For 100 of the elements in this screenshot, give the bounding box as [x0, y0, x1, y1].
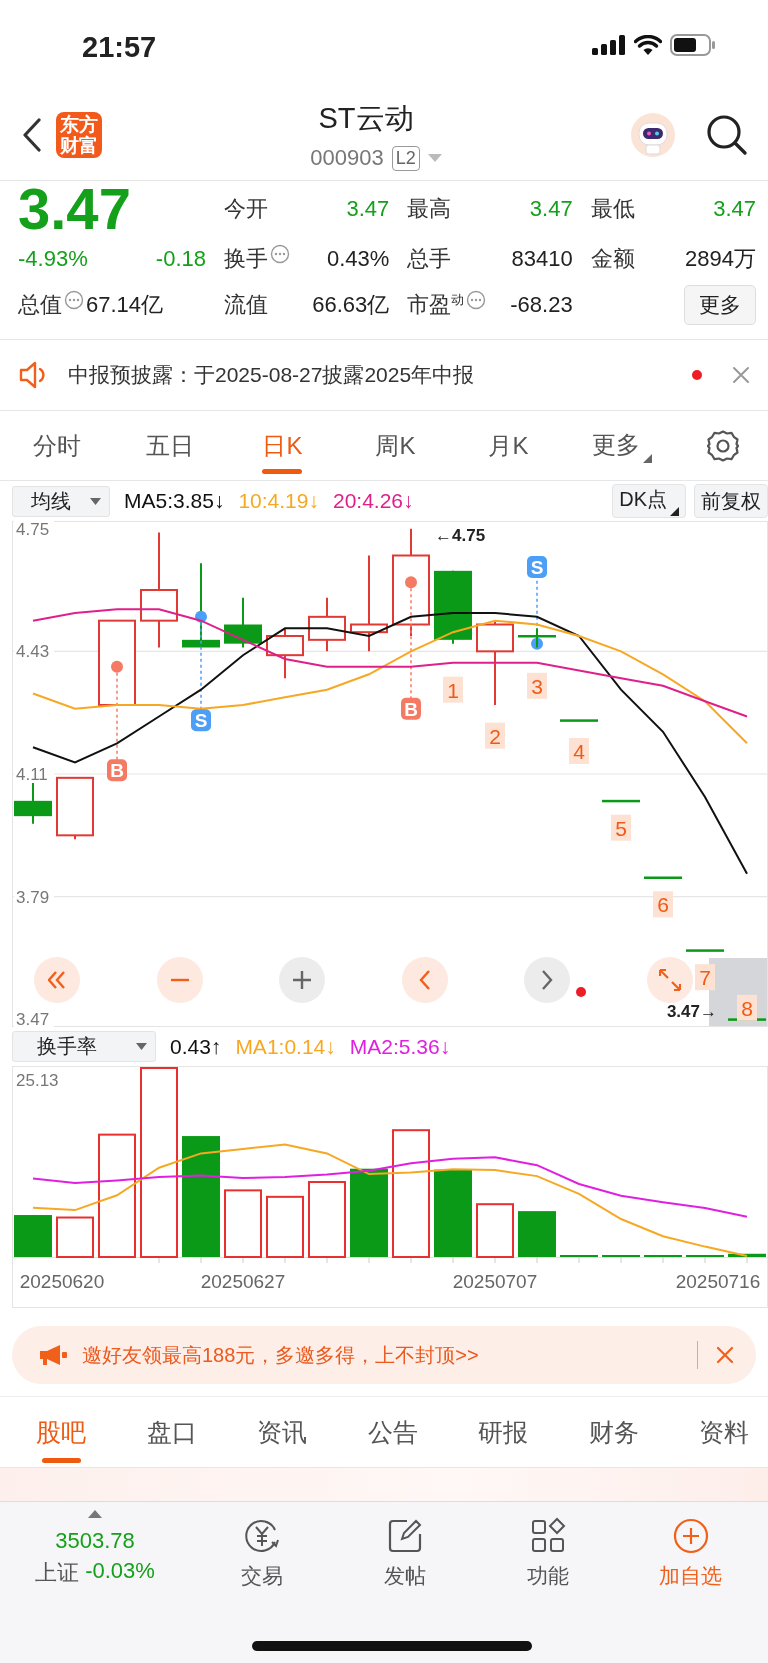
signal-badge: B [401, 697, 421, 720]
chevron-right-icon [541, 970, 554, 990]
candlestick [224, 596, 262, 649]
content-tab[interactable]: 公告 [337, 1397, 448, 1467]
period-tab[interactable]: 更多 [565, 411, 678, 480]
more-button[interactable]: 更多 [684, 285, 756, 325]
wave-count-label: 8 [737, 994, 757, 1021]
signal-badge: B [107, 759, 127, 782]
legend-value: 10:4.19↓ [238, 489, 319, 513]
wave-count-label: 3 [527, 672, 547, 699]
content-tab[interactable]: 研报 [448, 1397, 559, 1467]
chart-control-button[interactable] [34, 957, 80, 1003]
more-info-icon[interactable] [466, 290, 487, 310]
signal-dot [405, 576, 417, 589]
stat-value: 83410 [510, 246, 573, 272]
last-price-marker: 3.47→ [666, 1002, 717, 1022]
axis-label: 4.43 [16, 642, 50, 662]
more-info-icon[interactable] [64, 290, 84, 310]
stat-value: 3.47 [712, 196, 756, 222]
more-info-icon[interactable] [270, 244, 290, 264]
date-label: 20250716 [675, 1271, 761, 1292]
indicator-dropdown[interactable]: 换手率 [12, 1031, 156, 1062]
stat-value: 2894万 [684, 245, 756, 273]
content-tab[interactable]: 资料 [669, 1397, 768, 1467]
period-tab[interactable]: 月K [452, 411, 565, 480]
index-change: -0.03% [85, 1558, 155, 1585]
expand-caret-icon[interactable] [88, 1510, 102, 1518]
content-tab[interactable]: 盘口 [116, 1397, 227, 1467]
search-icon[interactable] [706, 114, 748, 156]
stat-value: 0.43% [325, 246, 390, 272]
signal-dot [111, 660, 123, 673]
stat-value: 3.47 [528, 196, 573, 222]
bottom-action-button[interactable]: 交易 [240, 1510, 283, 1590]
promo-text: 邀好友领最高188元，多邀多得，上不封顶>> [82, 1342, 480, 1368]
wave-count-label: 6 [653, 891, 673, 918]
dropdown-caret-icon [90, 497, 101, 505]
candlestick [518, 627, 556, 649]
stock-code: 000903 [310, 145, 384, 171]
signal-badge: S [191, 709, 211, 732]
content-tab[interactable]: 财务 [558, 1397, 669, 1467]
legend-value: 0.43↑ [170, 1034, 222, 1059]
chart-control-button[interactable] [647, 957, 693, 1003]
indicator-dropdown[interactable]: 均线 [12, 485, 110, 517]
close-icon[interactable] [716, 1346, 734, 1364]
stat-value: 3.47 [345, 196, 390, 222]
stat-value: 67.14亿 [86, 291, 164, 319]
dropdown-caret-icon [136, 1043, 147, 1050]
candlestick [602, 799, 640, 803]
bottom-action-button[interactable]: 发帖 [383, 1510, 426, 1590]
status-time: 21:57 [82, 29, 157, 64]
settings-icon[interactable] [706, 428, 740, 463]
bottom-action-button[interactable]: 功能 [526, 1510, 569, 1590]
candlestick [560, 719, 598, 722]
axis-label: 25.13 [16, 1071, 59, 1090]
wave-count-label: 2 [485, 722, 505, 749]
period-tab[interactable]: 五日 [113, 411, 226, 480]
wave-count-label: 1 [443, 676, 463, 703]
wave-count-label: 7 [695, 964, 715, 991]
robot-avatar-icon[interactable] [630, 112, 676, 158]
candlestick [644, 876, 682, 879]
candlestick [266, 627, 304, 680]
stat-label: 今开 [224, 195, 268, 223]
chart-option-button[interactable]: DK点 [612, 484, 686, 518]
chart-control-button[interactable] [401, 957, 448, 1003]
back-icon[interactable] [22, 118, 42, 152]
stat-label: 金额 [590, 245, 635, 273]
wifi-icon [634, 35, 662, 55]
legend-value: 20:4.26↓ [332, 489, 414, 513]
period-tab[interactable]: 周K [339, 411, 452, 480]
date-label: 20250620 [19, 1271, 105, 1292]
close-icon[interactable] [732, 366, 750, 384]
wave-count-label: 5 [611, 814, 631, 841]
megaphone-icon [38, 1343, 68, 1367]
turnover-bar [476, 1203, 514, 1258]
stat-value: 66.63亿 [311, 291, 390, 319]
chart-option-button[interactable]: 前复权 [694, 484, 768, 518]
change-percent: -4.93% [18, 246, 88, 272]
turnover-bar [728, 1253, 766, 1257]
stat-value: -68.23 [509, 292, 573, 318]
level-badge: L2 [391, 145, 420, 171]
dropdown-caret-icon[interactable] [427, 154, 442, 162]
index-name: 上证 [35, 1559, 80, 1587]
index-value: 3503.78 [55, 1528, 135, 1554]
period-tab[interactable]: 分时 [0, 411, 113, 480]
turnover-bar [266, 1195, 304, 1258]
notice-text[interactable]: 中报预披露：于2025-08-27披露2025年中报 [68, 361, 676, 389]
double-chevron-left-icon [48, 971, 66, 989]
axis-label: 3.79 [16, 887, 50, 907]
current-price: 3.47 [18, 180, 132, 238]
axis-label: 3.47 [16, 1010, 50, 1027]
high-price-marker: ←4.75 [435, 525, 486, 545]
axis-label: 4.11 [16, 765, 48, 784]
axis-label: 4.75 [16, 521, 50, 539]
content-tab[interactable]: 资讯 [227, 1397, 338, 1467]
stock-title: ST云动 [318, 101, 414, 136]
stat-label: 换手 [224, 245, 268, 273]
expand-arrows-icon [659, 969, 681, 991]
signal-dot [195, 610, 207, 623]
candlestick [56, 776, 94, 841]
stat-label: 总手 [407, 245, 452, 273]
